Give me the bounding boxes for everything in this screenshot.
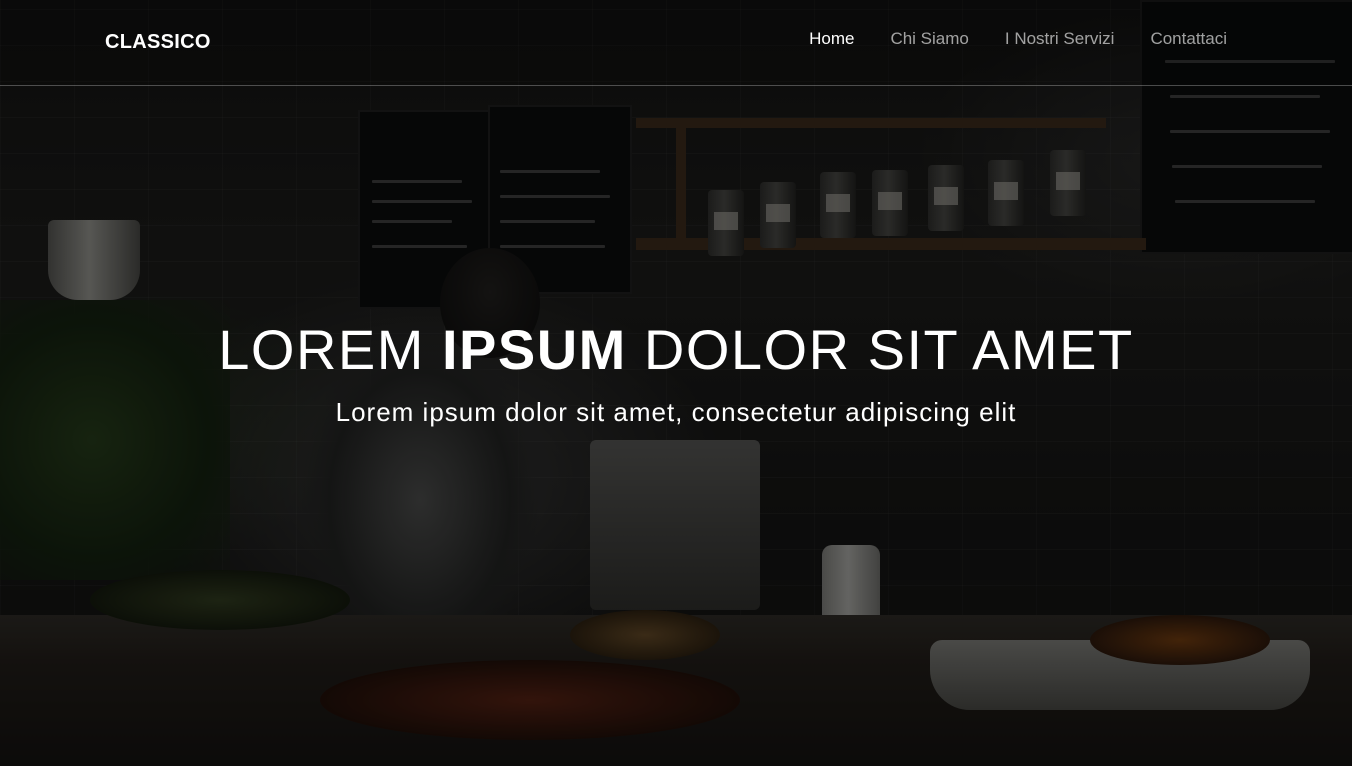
- nav-item-home: Home: [809, 29, 854, 49]
- nav-item-chi-siamo: Chi Siamo: [890, 29, 968, 49]
- nav-menu: Home Chi Siamo I Nostri Servizi Contatta…: [809, 29, 1227, 49]
- navbar: CLASSICO Home Chi Siamo I Nostri Servizi…: [0, 0, 1352, 86]
- hero-title: LOREM IPSUM DOLOR SIT AMET: [0, 314, 1352, 386]
- nav-item-contattaci: Contattaci: [1150, 29, 1227, 49]
- hero-title-bold: IPSUM: [441, 318, 627, 381]
- nav-link-home[interactable]: Home: [809, 29, 854, 48]
- hero-title-part1: LOREM: [218, 318, 425, 381]
- hero: LOREM IPSUM DOLOR SIT AMET Lorem ipsum d…: [0, 314, 1352, 428]
- hero-title-part2: DOLOR SIT AMET: [643, 318, 1134, 381]
- nav-link-contattaci[interactable]: Contattaci: [1150, 29, 1227, 48]
- brand-logo[interactable]: CLASSICO: [105, 31, 211, 54]
- hero-subtitle: Lorem ipsum dolor sit amet, consectetur …: [335, 397, 1017, 427]
- nav-link-chi-siamo[interactable]: Chi Siamo: [890, 29, 968, 48]
- nav-link-servizi[interactable]: I Nostri Servizi: [1005, 29, 1115, 48]
- nav-item-servizi: I Nostri Servizi: [1005, 29, 1115, 49]
